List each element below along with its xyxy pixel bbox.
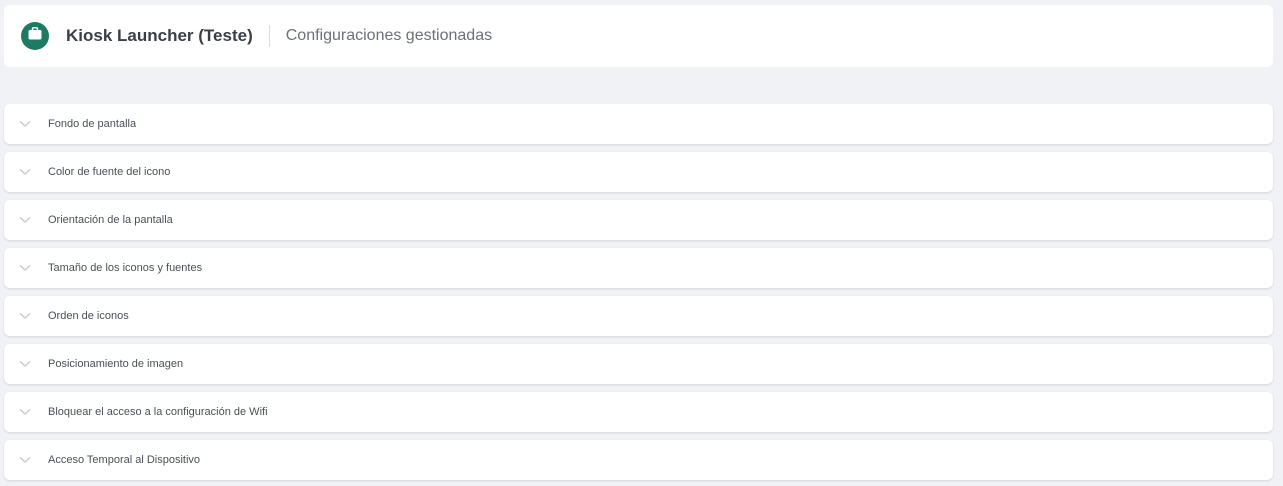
header-divider xyxy=(268,25,270,47)
app-logo xyxy=(21,22,49,50)
chevron-down-icon xyxy=(18,213,32,227)
section-block-wifi-settings[interactable]: Bloquear el acceso a la configuración de… xyxy=(4,392,1273,432)
section-label: Fondo de pantalla xyxy=(48,118,137,130)
chevron-down-icon xyxy=(18,117,32,131)
chevron-down-icon xyxy=(18,453,32,467)
section-label: Posicionamiento de imagen xyxy=(48,358,184,370)
section-temporary-device-access[interactable]: Acceso Temporal al Dispositivo xyxy=(4,440,1273,480)
chevron-down-icon xyxy=(18,165,32,179)
section-label: Orientación de la pantalla xyxy=(48,214,173,226)
section-label: Orden de iconos xyxy=(48,310,129,322)
section-icon-order[interactable]: Orden de iconos xyxy=(4,296,1273,336)
section-wallpaper[interactable]: Fondo de pantalla xyxy=(4,104,1273,144)
page-subtitle: Configuraciones gestionadas xyxy=(285,27,493,44)
section-label: Tamaño de los iconos y fuentes xyxy=(48,262,203,274)
app-header: Kiosk Launcher (Teste) Configuraciones g… xyxy=(4,5,1273,67)
app-title: Kiosk Launcher (Teste) xyxy=(66,26,253,45)
chevron-down-icon xyxy=(18,357,32,371)
section-label: Color de fuente del icono xyxy=(48,166,171,178)
chevron-down-icon xyxy=(18,405,32,419)
section-icon-font-color[interactable]: Color de fuente del icono xyxy=(4,152,1273,192)
section-label: Bloquear el acceso a la configuración de… xyxy=(48,406,268,418)
section-icon-font-size[interactable]: Tamaño de los iconos y fuentes xyxy=(4,248,1273,288)
section-label: Acceso Temporal al Dispositivo xyxy=(48,454,201,466)
chevron-down-icon xyxy=(18,261,32,275)
managed-config-list: Fondo de pantalla Color de fuente del ic… xyxy=(4,104,1273,486)
chevron-down-icon xyxy=(18,309,32,323)
page: Kiosk Launcher (Teste) Configuraciones g… xyxy=(0,0,1283,486)
briefcase-icon xyxy=(28,27,42,45)
section-screen-orientation[interactable]: Orientación de la pantalla xyxy=(4,200,1273,240)
section-image-positioning[interactable]: Posicionamiento de imagen xyxy=(4,344,1273,384)
